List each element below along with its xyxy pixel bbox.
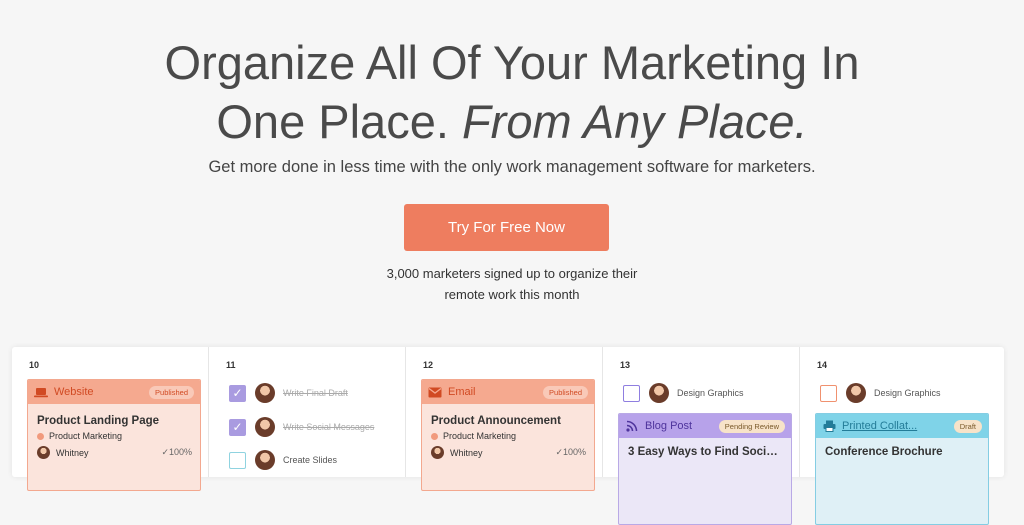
progress-value: ✓100%	[555, 447, 586, 457]
avatar	[846, 383, 866, 403]
task-item[interactable]: Design Graphics	[820, 383, 941, 403]
category-dot-icon	[431, 432, 438, 440]
calendar-preview: 10 Website Published Product Landing Pag…	[12, 347, 1004, 525]
owner-name: Whitney	[56, 447, 89, 458]
card-title: Product Landing Page	[37, 415, 160, 427]
day-number: 13	[620, 360, 631, 370]
owner-name: Whitney	[450, 447, 483, 458]
hero-subtitle: Get more done in less time with the only…	[208, 158, 816, 176]
card-type-label: Blog Post	[645, 420, 693, 432]
checkbox-empty-icon[interactable]	[623, 384, 640, 402]
headline-italic-text: From Any Place.	[461, 95, 808, 148]
task-label: Write Final Draft	[283, 388, 348, 398]
card-type-label: Website	[54, 386, 94, 398]
day-number: 10	[29, 360, 40, 370]
status-badge: Published	[149, 385, 194, 399]
try-free-button[interactable]: Try For Free Now	[404, 204, 609, 251]
progress-value: ✓100%	[161, 447, 192, 457]
task-item[interactable]: ✓ Write Social Messages	[229, 417, 374, 437]
task-item[interactable]: Create Slides	[229, 450, 337, 470]
calendar-card[interactable]: Email Published Product Announcement Pro…	[421, 379, 595, 491]
printer-icon	[822, 420, 836, 432]
checkbox-empty-icon[interactable]	[820, 384, 837, 402]
checkbox-checked-icon[interactable]: ✓	[229, 384, 246, 402]
task-item[interactable]: ✓ Write Final Draft	[229, 383, 348, 403]
calendar-day-column: 10 Website Published Product Landing Pag…	[12, 347, 209, 491]
task-item[interactable]: Design Graphics	[623, 383, 744, 403]
calendar-card[interactable]: Website Published Product Landing Page P…	[27, 379, 201, 491]
checkbox-checked-icon[interactable]: ✓	[229, 418, 246, 436]
card-type-label: Printed Collat...	[842, 420, 918, 432]
calendar-card[interactable]: Printed Collat... Draft Conference Broch…	[815, 413, 989, 525]
day-number: 12	[423, 360, 434, 370]
avatar	[255, 450, 275, 470]
rss-icon	[625, 420, 639, 432]
avatar	[649, 383, 669, 403]
signup-note-line-1: 3,000 marketers signed up to organize th…	[386, 266, 638, 281]
avatar	[431, 446, 444, 459]
signup-note: 3,000 marketers signed up to organize th…	[0, 263, 1024, 305]
card-category: Product Marketing	[28, 427, 200, 441]
task-label: Create Slides	[283, 455, 338, 465]
card-header: Website Published	[28, 380, 200, 404]
card-title: Product Announcement	[431, 415, 561, 427]
task-label: Write Social Messages	[283, 422, 375, 432]
headline-line-1: Organize All Of Your Marketing In	[164, 36, 860, 89]
status-badge: Published	[543, 385, 588, 399]
task-label: Design Graphics	[677, 388, 744, 398]
avatar	[255, 383, 275, 403]
status-badge: Draft	[953, 419, 982, 433]
category-label: Product Marketing	[443, 431, 517, 441]
calendar-day-column: 12 Email Published Product Announcement …	[406, 347, 603, 491]
avatar	[37, 446, 50, 459]
calendar-day-column: 13 Design Graphics Blog Post Pending Rev…	[603, 347, 800, 525]
day-number: 11	[226, 360, 236, 370]
card-type-label: Email	[448, 386, 476, 398]
task-label: Design Graphics	[874, 388, 941, 398]
laptop-icon	[34, 386, 48, 398]
category-label: Product Marketing	[49, 431, 123, 441]
headline-line-2: One Place. From Any Place.	[0, 94, 1024, 150]
avatar	[255, 417, 275, 437]
envelope-icon	[428, 386, 442, 398]
card-header: Email Published	[422, 380, 594, 404]
card-footer: Whitney ✓100%	[28, 441, 200, 459]
signup-note-line-2: remote work this month	[444, 287, 580, 302]
calendar-day-column: 11 ✓ Write Final Draft ✓ Write Social Me…	[209, 347, 406, 477]
card-footer: Whitney ✓100%	[422, 441, 594, 459]
card-header: Printed Collat... Draft	[816, 414, 988, 438]
headline-plain-text: One Place.	[216, 95, 462, 148]
card-title: 3 Easy Ways to Find Social...	[628, 446, 786, 458]
day-number: 14	[817, 360, 828, 370]
category-dot-icon	[37, 432, 44, 440]
card-category: Product Marketing	[422, 427, 594, 441]
card-title: Conference Brochure	[825, 446, 943, 458]
card-header: Blog Post Pending Review	[619, 414, 791, 438]
status-badge: Pending Review	[718, 419, 785, 433]
calendar-day-column: 14 Design Graphics Printed Collat... Dra…	[800, 347, 996, 525]
calendar-card[interactable]: Blog Post Pending Review 3 Easy Ways to …	[618, 413, 792, 525]
checkbox-empty-icon[interactable]	[229, 451, 246, 469]
